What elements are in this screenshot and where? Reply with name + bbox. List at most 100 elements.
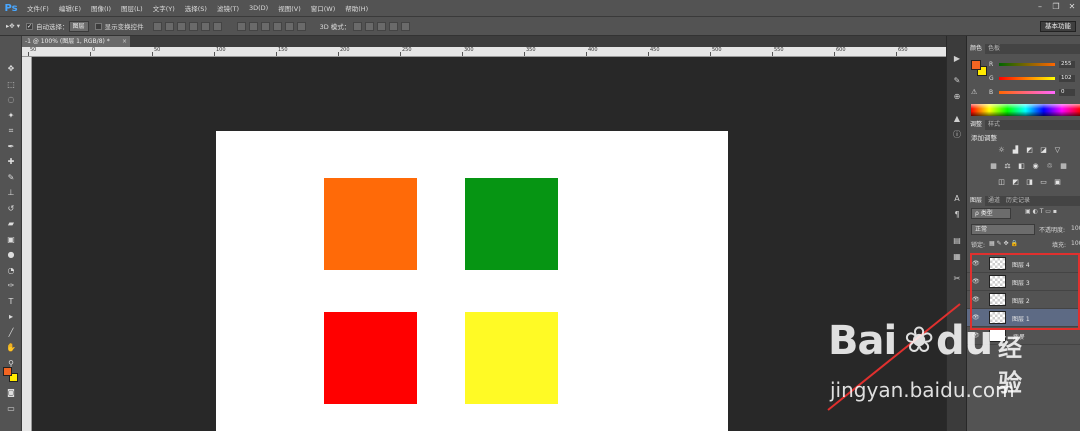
red-square[interactable]: [324, 312, 417, 404]
auto-select-dropdown[interactable]: 图层: [68, 20, 89, 32]
fill-value[interactable]: 100%: [1071, 240, 1080, 247]
tab-adjustments[interactable]: 调整: [967, 120, 986, 130]
foreground-color-swatch[interactable]: [971, 60, 981, 70]
restore-button[interactable]: ❐: [1048, 0, 1064, 14]
auto-select-option[interactable]: ✓ 自动选择： 图层: [26, 20, 89, 32]
align-bottom-icon[interactable]: [176, 21, 186, 31]
paragraph-icon[interactable]: ¶: [951, 210, 963, 220]
brightness-contrast-icon[interactable]: ☼: [997, 146, 1006, 154]
align-right-icon[interactable]: [212, 21, 222, 31]
vertical-ruler[interactable]: [22, 57, 32, 431]
menu-select[interactable]: 选择(S): [180, 3, 212, 13]
invert-icon[interactable]: ◫: [997, 178, 1006, 186]
levels-icon[interactable]: ▟: [1011, 146, 1020, 154]
marquee-tool-icon[interactable]: ⬚: [5, 80, 17, 90]
opacity-value[interactable]: 100%: [1071, 225, 1080, 232]
menu-edit[interactable]: 编辑(E): [54, 3, 86, 13]
menu-3d[interactable]: 3D(D): [244, 4, 273, 12]
show-transform-option[interactable]: 显示变换控件: [94, 21, 144, 31]
menu-view[interactable]: 视图(V): [273, 3, 306, 13]
tab-color[interactable]: 颜色: [967, 44, 986, 54]
distribute-left-icon[interactable]: [272, 21, 282, 31]
tab-styles[interactable]: 样式: [985, 120, 1003, 130]
path-select-tool-icon[interactable]: ▸: [5, 312, 17, 322]
red-channel-track[interactable]: [999, 63, 1055, 66]
type-tool-icon[interactable]: T: [5, 297, 17, 307]
align-hcenter-icon[interactable]: [200, 21, 210, 31]
tab-history[interactable]: 历史记录: [1003, 196, 1033, 206]
histogram-icon[interactable]: ▲: [951, 114, 963, 124]
close-document-icon[interactable]: ×: [122, 36, 127, 47]
distribute-hcenter-icon[interactable]: [284, 21, 294, 31]
3d-rotate-icon[interactable]: [353, 21, 363, 31]
move-tool-icon[interactable]: ✥: [5, 64, 17, 74]
tab-swatches[interactable]: 色板: [985, 44, 1003, 54]
show-transform-checkbox[interactable]: [94, 22, 102, 30]
color-balance-icon[interactable]: ⚖: [1003, 162, 1012, 170]
auto-select-checkbox[interactable]: ✓: [26, 22, 34, 30]
vibrance-icon[interactable]: ▽: [1053, 146, 1062, 154]
info-icon[interactable]: ⓘ: [951, 130, 963, 140]
history-brush-tool-icon[interactable]: ↺: [5, 204, 17, 214]
notes-icon[interactable]: ▦: [951, 252, 963, 262]
align-top-icon[interactable]: [152, 21, 162, 31]
crop-tool-icon[interactable]: ⌗: [5, 126, 17, 136]
align-left-icon[interactable]: [188, 21, 198, 31]
move-tool-preset[interactable]: ▸✥ ▾: [6, 22, 20, 30]
green-channel-track[interactable]: [999, 77, 1055, 80]
align-vcenter-icon[interactable]: [164, 21, 174, 31]
menu-image[interactable]: 图像(I): [86, 3, 116, 13]
quick-select-tool-icon[interactable]: ✦: [5, 111, 17, 121]
pen-tool-icon[interactable]: ✑: [5, 281, 17, 291]
photo-filter-icon[interactable]: ◉: [1031, 162, 1040, 170]
close-button[interactable]: ✕: [1064, 0, 1080, 14]
exposure-icon[interactable]: ◪: [1039, 146, 1048, 154]
tool-presets-icon[interactable]: ✂: [951, 274, 963, 284]
color-lookup-icon[interactable]: ▦: [1059, 162, 1068, 170]
out-of-gamut-warning-icon[interactable]: ⚠: [971, 88, 977, 96]
menu-window[interactable]: 窗口(W): [306, 3, 341, 13]
document-canvas[interactable]: [216, 131, 728, 431]
blue-channel-track[interactable]: [999, 91, 1055, 94]
blur-tool-icon[interactable]: ●: [5, 250, 17, 260]
shape-tool-icon[interactable]: ╱: [5, 328, 17, 338]
green-channel-value[interactable]: 102: [1059, 75, 1075, 82]
hue-saturation-icon[interactable]: ▦: [989, 162, 998, 170]
distribute-right-icon[interactable]: [296, 21, 306, 31]
posterize-icon[interactable]: ◩: [1011, 178, 1020, 186]
brush-preset-icon[interactable]: ✎: [951, 76, 963, 86]
clone-stamp-tool-icon[interactable]: ⊥: [5, 188, 17, 198]
distribute-top-icon[interactable]: [236, 21, 246, 31]
menu-type[interactable]: 文字(Y): [148, 3, 180, 13]
distribute-bottom-icon[interactable]: [260, 21, 270, 31]
screen-mode-icon[interactable]: ▭: [5, 404, 17, 414]
green-channel-slider[interactable]: G 102: [989, 74, 1080, 83]
quick-mask-icon[interactable]: ◙: [5, 388, 17, 398]
clone-source-icon[interactable]: ⊕: [951, 92, 963, 102]
red-channel-slider[interactable]: R 255: [989, 60, 1080, 69]
document-tab[interactable]: -1 @ 100% (图层 1, RGB/8) * ×: [22, 36, 130, 47]
3d-scale-icon[interactable]: [401, 21, 411, 31]
3d-drag-icon[interactable]: [377, 21, 387, 31]
green-square[interactable]: [465, 178, 558, 270]
3d-roll-icon[interactable]: [365, 21, 375, 31]
menu-filter[interactable]: 滤镜(T): [212, 3, 244, 13]
red-channel-value[interactable]: 255: [1059, 61, 1075, 68]
minimize-button[interactable]: –: [1032, 0, 1048, 14]
gradient-map-icon[interactable]: ▭: [1039, 178, 1048, 186]
lock-icons[interactable]: ▦ ✎ ✥ 🔒: [989, 240, 1018, 247]
channel-mixer-icon[interactable]: ♲: [1045, 162, 1054, 170]
gradient-tool-icon[interactable]: ▣: [5, 235, 17, 245]
workspace-switcher[interactable]: 基本功能: [1040, 21, 1076, 32]
toolbox-foreground-swatch[interactable]: [3, 367, 12, 376]
tab-channels[interactable]: 通道: [985, 196, 1003, 206]
curves-icon[interactable]: ◩: [1025, 146, 1034, 154]
tab-layers[interactable]: 图层: [967, 196, 986, 206]
brush-tool-icon[interactable]: ✎: [5, 173, 17, 183]
3d-slide-icon[interactable]: [389, 21, 399, 31]
lasso-tool-icon[interactable]: ◌: [5, 95, 17, 105]
character-icon[interactable]: A: [951, 194, 963, 204]
threshold-icon[interactable]: ◨: [1025, 178, 1034, 186]
dodge-tool-icon[interactable]: ◔: [5, 266, 17, 276]
eraser-tool-icon[interactable]: ▰: [5, 219, 17, 229]
